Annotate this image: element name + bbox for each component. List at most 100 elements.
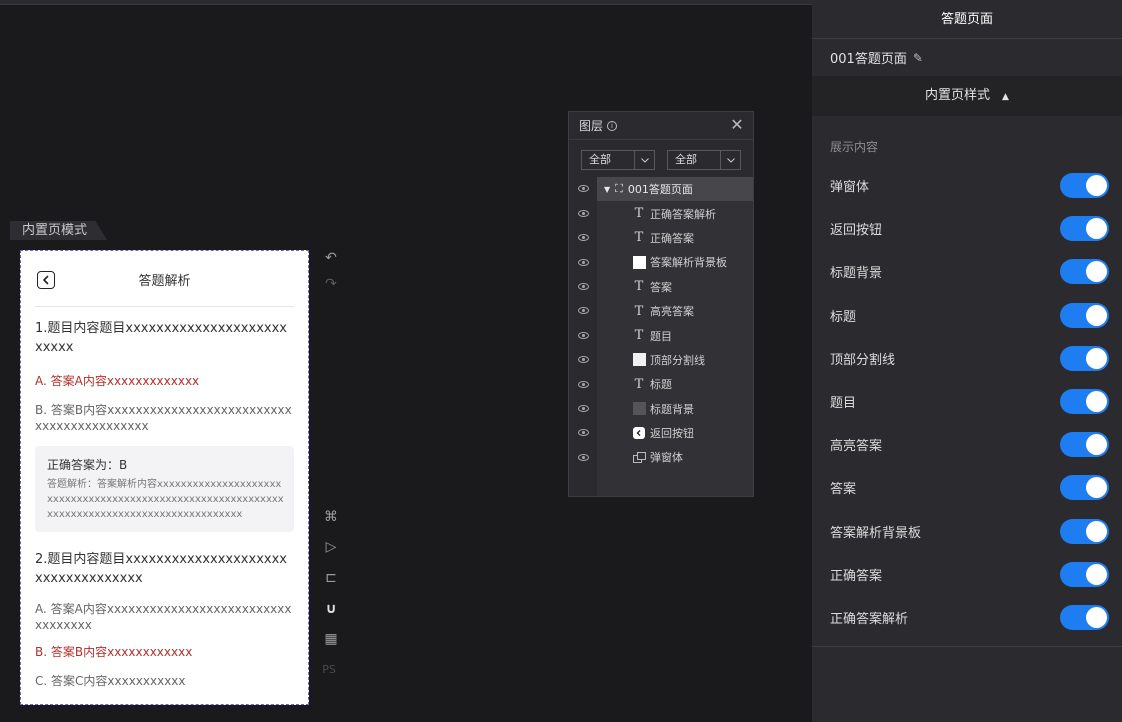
phone-preview[interactable]: 答题解析 1.题目内容题目xxxxxxxxxxxxxxxxxxxxxxxxxx … [20,250,309,705]
page-mode-tag: 内置页模式 [10,221,108,240]
edit-icon[interactable]: ✎ [913,51,923,65]
layer-item[interactable]: 顶部分割线 [597,348,753,372]
toggle-switch[interactable] [1060,302,1109,328]
subsection-title: 展示内容 [830,140,879,154]
ps-icon[interactable]: PS [320,661,338,679]
chevron-down-icon [634,151,654,169]
eye-icon[interactable] [578,332,589,339]
toggle-row: 答案解析背景板 [830,510,1109,553]
toggle-row: 顶部分割线 [830,337,1109,380]
toggle-row: 题目 [830,380,1109,423]
question-1: 1.题目内容题目xxxxxxxxxxxxxxxxxxxxxxxxxx A. 答案… [21,307,308,532]
caret-down-icon[interactable]: ▼ [604,185,610,194]
toggle-row: 正确答案 [830,553,1109,596]
text-icon: T [634,230,644,246]
layer-root[interactable]: ▼ ⛶ 001答题页面 [597,177,753,202]
layer-filter-select[interactable]: 全部 [667,150,741,170]
component-icon: ⛶ [615,182,623,196]
eye-icon[interactable] [578,185,589,192]
eye-icon[interactable] [578,356,589,363]
eye-icon[interactable] [578,405,589,412]
command-icon[interactable]: ⌘ [322,508,340,526]
layer-item[interactable]: 答案解析背景板 [597,250,753,274]
eye-icon[interactable] [578,429,589,436]
layer-item[interactable]: T 答案 [597,275,753,299]
visibility-column [569,177,597,496]
toggle-row: 答案 [830,466,1109,509]
layer-item[interactable]: T 正确答案 [597,226,753,250]
phone-title: 答题解析 [138,274,191,289]
toggle-row: 弹窗体 [830,164,1109,207]
question-title: 1.题目内容题目xxxxxxxxxxxxxxxxxxxxxxxxxx [35,321,287,355]
layer-item[interactable]: T 题目 [597,323,753,347]
page-name: 001答题页面 ✎ [830,50,923,68]
text-icon: T [634,206,644,222]
eye-icon[interactable] [578,381,589,388]
text-icon: T [634,328,644,344]
toggle-switch[interactable] [1060,561,1109,587]
section-header[interactable]: 内置页样式 ▲ [812,76,1122,116]
layers-header: 图层 i ✕ [569,112,753,140]
layers-title: 图层 [579,119,604,133]
play-icon[interactable]: ▷ [322,538,340,556]
layer-filter-select[interactable]: 全部 [581,150,655,170]
caret-up-icon: ▲ [1002,92,1009,102]
rect-icon [633,402,646,416]
eye-icon[interactable] [578,234,589,241]
eye-icon[interactable] [578,454,589,461]
toggle-switch[interactable] [1060,389,1109,415]
toggle-switch[interactable] [1060,518,1109,544]
group-icon [633,452,646,464]
eye-icon[interactable] [578,210,589,217]
phone-header: 答题解析 [21,251,308,307]
layer-item[interactable]: T 高亮答案 [597,299,753,323]
eye-icon[interactable] [578,259,589,266]
grid-icon[interactable]: ▦ [322,630,340,648]
toggle-row: 返回按钮 [830,207,1109,250]
undo-icon[interactable]: ↶ [322,249,340,267]
layers-panel: 图层 i ✕ 全部 全部 ▼ ⛶ 001答题页面 T 正确答案解析 T 正确答案… [568,111,754,497]
text-icon: T [634,376,644,392]
eye-icon[interactable] [578,307,589,314]
answer-option: B. 答案B内容xxxxxxxxxxxxxxxxxxxxxxxxxxxxxxxx… [35,403,292,433]
layer-item[interactable]: T 正确答案解析 [597,201,753,225]
eye-icon[interactable] [578,283,589,290]
back-icon [633,427,645,440]
toggle-switch[interactable] [1060,173,1109,199]
rect-icon [633,353,646,367]
layer-item[interactable]: 标题背景 [597,397,753,421]
toggle-row: 高亮答案 [830,423,1109,466]
ruler-icon[interactable]: ⊏ [322,569,340,587]
answer-option: C. 答案C内容xxxxxxxxxxx [35,674,186,688]
toggle-switch[interactable] [1060,432,1109,458]
toggle-switch[interactable] [1060,345,1109,371]
properties-panel: 答题页面 001答题页面 ✎ 内置页样式 ▲ 展示内容 弹窗体 返回按钮 标题背景… [812,0,1122,722]
layer-tree: ▼ ⛶ 001答题页面 T 正确答案解析 T 正确答案 答案解析背景板 T 答案 T高… [597,177,753,496]
rect-icon [633,255,646,269]
layer-item[interactable]: 弹窗体 [597,445,753,469]
tab-page[interactable]: 答题页面 [812,0,1122,39]
toggle-switch[interactable] [1060,259,1109,285]
toggle-row: 正确答案解析 [830,596,1109,639]
layer-item[interactable]: 返回按钮 [597,421,753,445]
toggle-row: 标题 [830,294,1109,337]
magnet-icon[interactable]: ∪ [322,600,340,618]
text-icon: T [634,303,644,319]
toggle-row: 标题背景 [830,250,1109,293]
question-2: 2.题目内容题目xxxxxxxxxxxxxxxxxxxxxxxxxxxxxxxx… [21,532,308,689]
question-title: 2.题目内容题目xxxxxxxxxxxxxxxxxxxxxxxxxxxxxxxx… [35,552,287,586]
answer-parse-board: 正确答案为：B 答题解析：答案解析内容xxxxxxxxxxxxxxxxxxxxx… [35,446,294,532]
toggle-switch[interactable] [1060,216,1109,242]
layer-filters: 全部 全部 [569,140,753,178]
layer-item[interactable]: T 标题 [597,372,753,396]
top-divider [35,306,294,307]
highlight-answer: A. 答案A内容xxxxxxxxxxxxx [35,374,200,388]
correct-answer: 正确答案为：B [47,458,128,472]
toggle-switch[interactable] [1060,475,1109,501]
info-icon[interactable]: i [607,120,618,131]
redo-icon[interactable]: ↷ [322,275,340,293]
answer-option: A. 答案A内容xxxxxxxxxxxxxxxxxxxxxxxxxxxxxxxx… [35,602,292,632]
close-icon[interactable]: ✕ [729,117,745,133]
toggle-list: 展示内容 弹窗体 返回按钮 标题背景 标题 顶部分割线 题目 高亮答案 答案 答… [812,116,1122,647]
toggle-switch[interactable] [1060,604,1109,630]
